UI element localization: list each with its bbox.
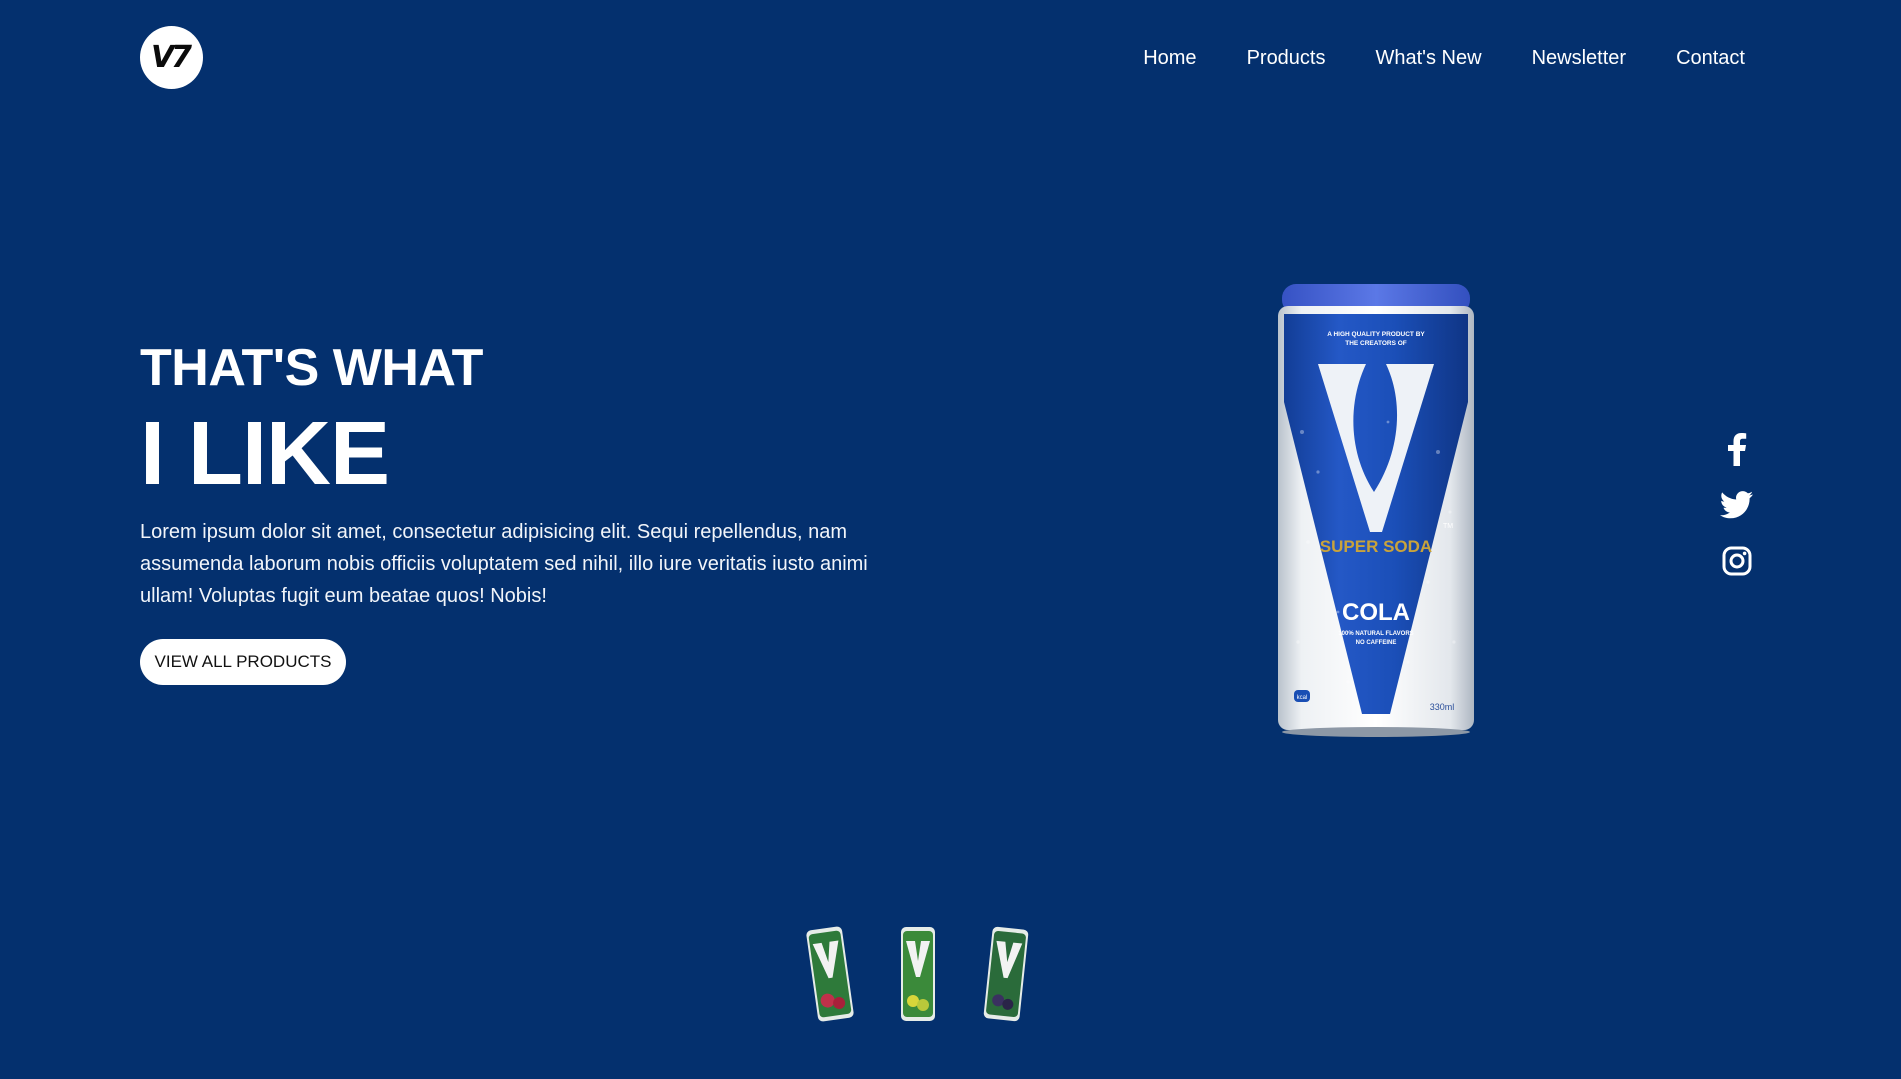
thumb-berry-can-icon[interactable] <box>982 924 1030 1024</box>
can-brand-name: SUPER SODA <box>1320 537 1432 556</box>
can-flavor: COLA <box>1342 599 1410 626</box>
main-nav: Home Products What's New Newsletter Cont… <box>1093 44 1745 72</box>
nav-contact[interactable]: Contact <box>1676 44 1745 72</box>
logo-text: V7 <box>150 40 192 75</box>
thumb-lemon-can-icon[interactable] <box>898 925 938 1023</box>
nav-home[interactable]: Home <box>1143 44 1196 72</box>
can-volume: 330ml <box>1430 702 1455 712</box>
twitter-icon[interactable] <box>1720 488 1754 522</box>
can-claim-2: NO CAFFEINE <box>1356 640 1397 646</box>
thumb-red-fruit-can-icon[interactable] <box>806 924 854 1024</box>
can-top-text-2: THE CREATORS OF <box>1345 340 1407 347</box>
nav-newsletter[interactable]: Newsletter <box>1532 44 1626 72</box>
view-all-products-button[interactable]: VIEW ALL PRODUCTS <box>140 639 346 685</box>
facebook-icon[interactable] <box>1720 432 1754 466</box>
nav-products[interactable]: Products <box>1247 44 1326 72</box>
hero-title: I LIKE <box>140 404 390 504</box>
landing-page: V7 Home Products What's New Newsletter C… <box>0 0 1901 1079</box>
hero-description: Lorem ipsum dolor sit amet, consectetur … <box>140 521 868 607</box>
hero-subtitle: THAT'S WHAT <box>140 339 483 397</box>
logo[interactable]: V7 <box>140 26 203 89</box>
nav-whats-new[interactable]: What's New <box>1376 44 1482 72</box>
instagram-icon[interactable] <box>1720 544 1754 578</box>
product-can-image: A HIGH QUALITY PRODUCT BY THE CREATORS O… <box>1278 282 1474 738</box>
can-claim-1: 100% NATURAL FLAVORS <box>1338 631 1413 637</box>
kcal-badge-text: kcal <box>1297 695 1308 701</box>
social-links <box>1720 432 1754 578</box>
can-tm: TM <box>1443 523 1453 530</box>
cola-can-icon: A HIGH QUALITY PRODUCT BY THE CREATORS O… <box>1278 284 1474 737</box>
flavor-thumbnails <box>806 924 1030 1024</box>
can-top-text: A HIGH QUALITY PRODUCT BY <box>1327 331 1425 338</box>
